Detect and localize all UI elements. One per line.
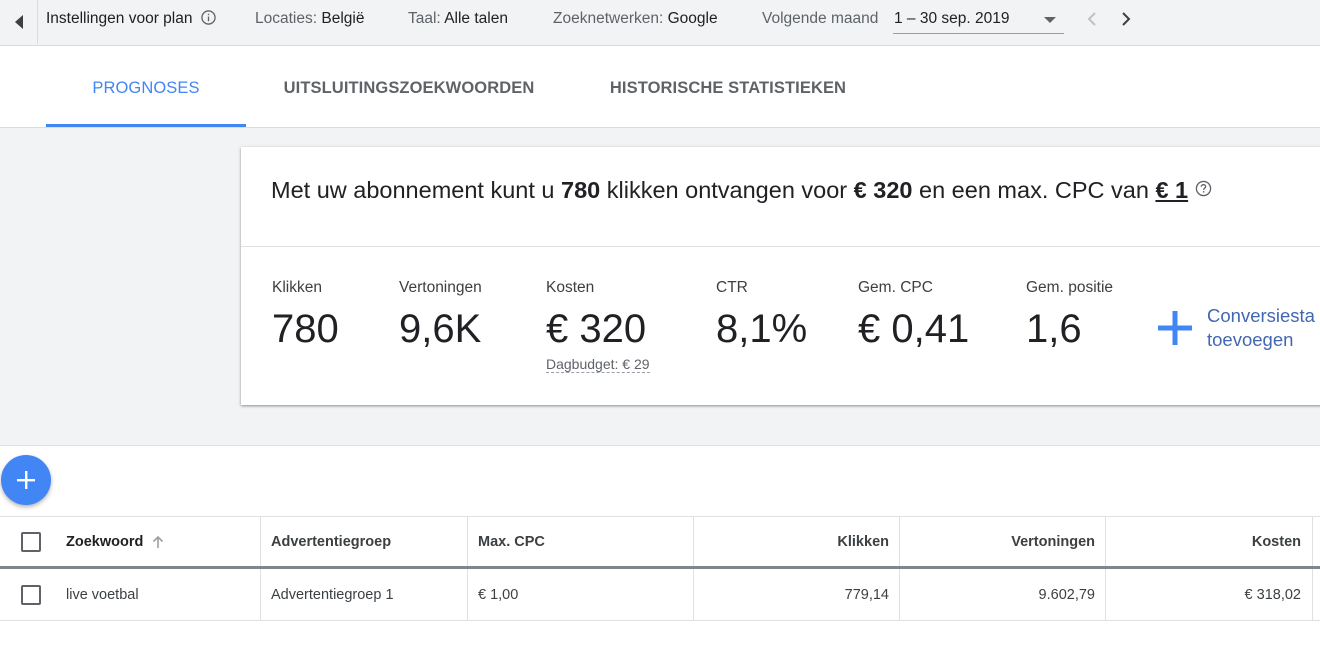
- header-cost[interactable]: Kosten: [1106, 517, 1301, 566]
- caret-down-icon: [1044, 17, 1056, 23]
- table-header: Zoekwoord Advertentiegroep Max. CPC Klik…: [0, 516, 1320, 569]
- header-label: Zoekwoord: [66, 533, 144, 550]
- daily-budget-link[interactable]: Dagbudget: € 29: [546, 356, 650, 373]
- tab-prognoses[interactable]: PROGNOSES: [46, 46, 246, 127]
- row-select-cell: [21, 569, 41, 620]
- locations-value: België: [321, 10, 365, 27]
- cell-cost: € 318,02: [1244, 586, 1301, 603]
- language-label: Taal:: [408, 10, 441, 27]
- summary-cost: € 320: [853, 177, 913, 203]
- metric-clicks: Klikken 780: [272, 279, 339, 351]
- column-divider: [467, 569, 468, 620]
- metric-cost: Kosten € 320: [546, 279, 646, 351]
- plan-settings-label: Instellingen voor plan: [46, 10, 193, 27]
- select-all-cell: [21, 517, 41, 566]
- chevron-left-icon: [1087, 12, 1096, 26]
- column-divider: [1312, 517, 1313, 566]
- add-conversion-label: Conversiesta toevoegen: [1207, 304, 1315, 352]
- header-impressions[interactable]: Vertoningen: [900, 517, 1095, 566]
- help-icon[interactable]: [1195, 180, 1212, 197]
- header-keyword[interactable]: Zoekwoord: [66, 517, 165, 566]
- locations-setting[interactable]: Locaties: België: [255, 10, 364, 28]
- metric-value: 9,6K: [399, 307, 482, 351]
- cell-keyword[interactable]: live voetbal: [66, 569, 139, 620]
- plus-icon: [1158, 311, 1192, 345]
- header-label: Advertentiegroep: [271, 533, 392, 550]
- tab-label: PROGNOSES: [92, 78, 200, 97]
- table-row[interactable]: live voetbal Advertentiegroep 1 € 1,00 7…: [0, 569, 1320, 621]
- add-conversion-line1: Conversiesta: [1207, 305, 1315, 326]
- metric-label: Kosten: [546, 279, 595, 296]
- card-divider: [241, 246, 1320, 247]
- metric-label: Vertoningen: [399, 279, 482, 296]
- summary-text: Met uw abonnement kunt u: [271, 177, 562, 203]
- summary-clicks: 780: [561, 177, 601, 203]
- add-keyword-fab[interactable]: [1, 455, 51, 505]
- cell-impressions: 9.602,79: [1038, 586, 1095, 603]
- metric-value: 8,1%: [716, 307, 808, 351]
- period-label: Volgende maand: [762, 10, 879, 27]
- header-label: Vertoningen: [1011, 533, 1095, 550]
- plan-settings[interactable]: Instellingen voor plan: [46, 10, 216, 28]
- language-setting[interactable]: Taal: Alle talen: [408, 10, 508, 28]
- cell-clicks: 779,14: [844, 586, 889, 603]
- header-max-cpc[interactable]: Max. CPC: [478, 517, 545, 566]
- date-range-select[interactable]: 1 – 30 sep. 2019: [893, 6, 1064, 34]
- tab-label: UITSLUITINGSZOEKWOORDEN: [283, 79, 535, 97]
- networks-label: Zoeknetwerken:: [553, 10, 664, 27]
- forecast-card: Met uw abonnement kunt u 780 klikken ont…: [241, 147, 1320, 405]
- metric-label: CTR: [716, 279, 748, 296]
- metric-label: Gem. CPC: [858, 279, 933, 296]
- tab-label: HISTORISCHE STATISTIEKEN: [609, 79, 847, 97]
- tab-historische-statistieken[interactable]: HISTORISCHE STATISTIEKEN: [592, 46, 864, 127]
- tab-uitsluitingszoekwoorden[interactable]: UITSLUITINGSZOEKWOORDEN: [268, 46, 550, 127]
- metric-avg-cpc: Gem. CPC € 0,41: [858, 279, 969, 351]
- header-ad-group[interactable]: Advertentiegroep: [271, 517, 391, 566]
- chevron-right-icon: [1122, 12, 1131, 26]
- header-label: Max. CPC: [478, 533, 545, 550]
- date-range-value: 1 – 30 sep. 2019: [894, 10, 1010, 27]
- column-divider: [1312, 569, 1313, 620]
- header-label: Kosten: [1251, 533, 1301, 550]
- locations-label: Locaties:: [255, 10, 318, 27]
- networks-setting[interactable]: Zoeknetwerken: Google: [553, 10, 718, 28]
- add-conversion-line2: toevoegen: [1207, 329, 1294, 350]
- column-divider: [260, 517, 261, 566]
- summary-text: en een max. CPC van: [912, 177, 1156, 203]
- back-button[interactable]: [0, 0, 38, 44]
- plan-settings-bar: Instellingen voor plan Locaties: België …: [0, 0, 1320, 46]
- next-period-button[interactable]: [1114, 8, 1138, 30]
- previous-period-button[interactable]: [1080, 8, 1104, 30]
- cell-ad-group[interactable]: Advertentiegroep 1: [271, 569, 394, 620]
- metric-avg-position: Gem. positie 1,6: [1026, 279, 1113, 351]
- metric-label: Klikken: [272, 279, 322, 296]
- add-conversion-button[interactable]: Conversiesta toevoegen: [1155, 304, 1315, 352]
- info-icon[interactable]: [201, 10, 216, 25]
- header-clicks[interactable]: Klikken: [694, 517, 889, 566]
- arrow-left-icon: [14, 15, 23, 29]
- networks-value: Google: [667, 10, 718, 27]
- metric-ctr: CTR 8,1%: [716, 279, 807, 351]
- select-all-checkbox[interactable]: [21, 531, 41, 552]
- metric-label: Gem. positie: [1026, 279, 1114, 296]
- max-cpc-link[interactable]: € 1: [1155, 177, 1188, 203]
- metric-impressions: Vertoningen 9,6K: [399, 279, 482, 351]
- sort-arrow-up-icon: [153, 535, 164, 548]
- metric-value: € 0,41: [858, 307, 970, 351]
- forecast-summary: Met uw abonnement kunt u 780 klikken ont…: [271, 177, 1212, 204]
- column-divider: [260, 569, 261, 620]
- header-label: Klikken: [837, 533, 889, 550]
- row-checkbox[interactable]: [21, 584, 41, 605]
- metric-value: 780: [272, 307, 339, 351]
- keyword-table: Zoekwoord Advertentiegroep Max. CPC Klik…: [0, 516, 1320, 621]
- metric-value: 1,6: [1026, 307, 1082, 351]
- metric-value: € 320: [546, 307, 647, 351]
- plus-icon: [17, 471, 35, 489]
- summary-text: klikken ontvangen voor: [600, 177, 854, 203]
- cell-max-cpc[interactable]: € 1,00: [478, 569, 518, 620]
- column-divider: [467, 517, 468, 566]
- tab-bar: PROGNOSES UITSLUITINGSZOEKWOORDEN HISTOR…: [0, 46, 1320, 128]
- language-value: Alle talen: [444, 10, 508, 27]
